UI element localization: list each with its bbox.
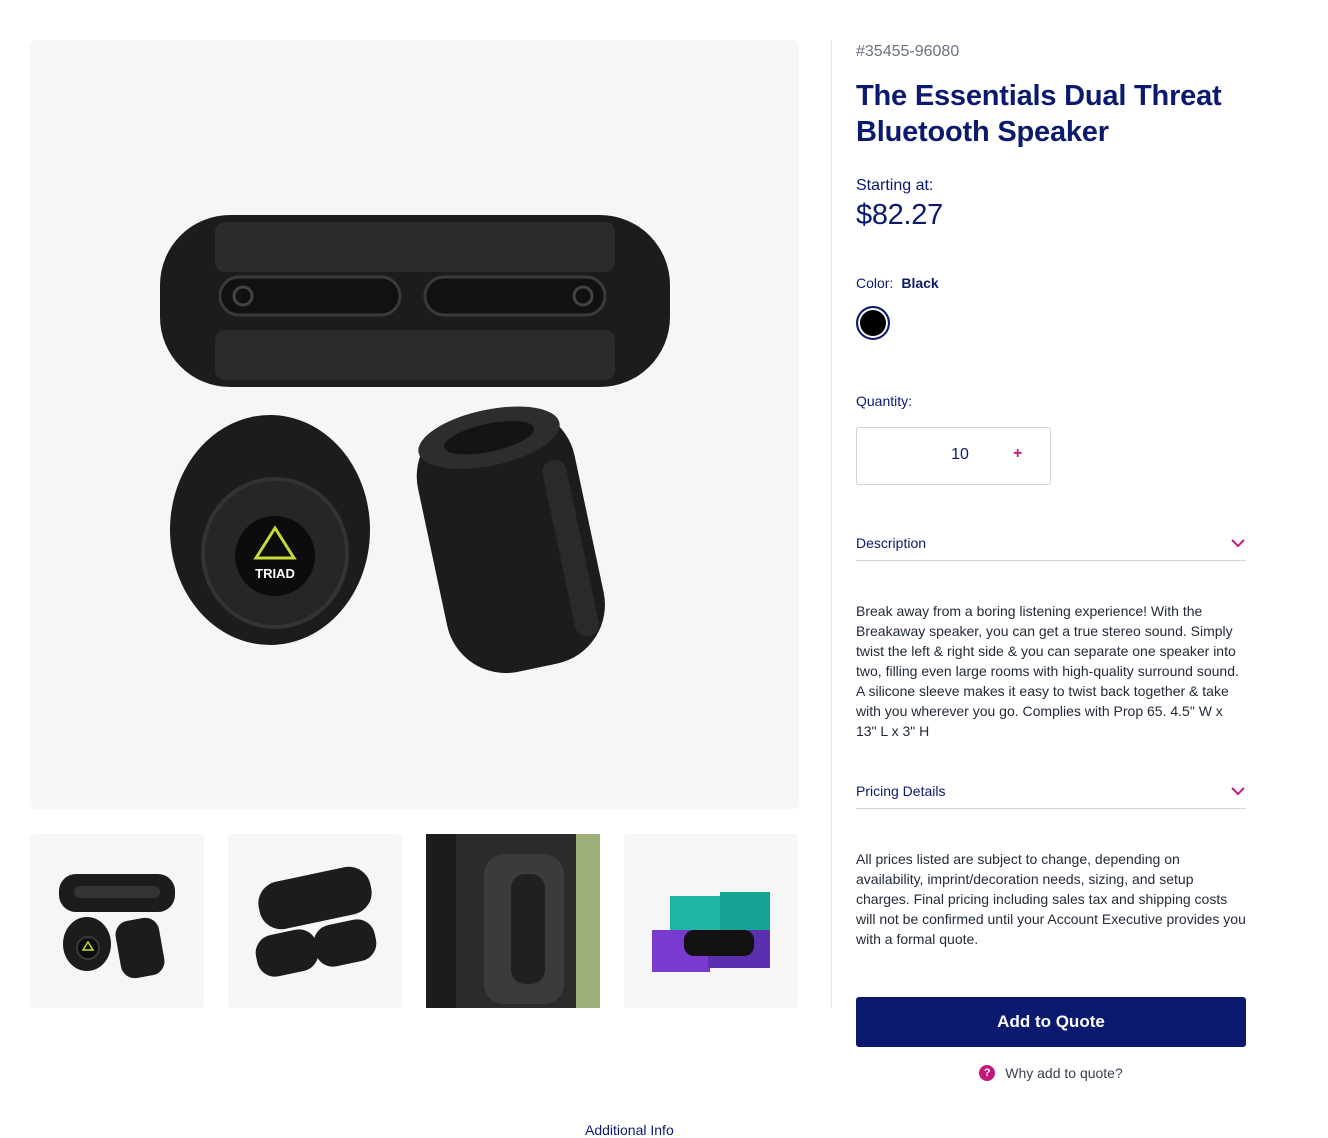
product-title: The Essentials Dual Threat Bluetooth Spe…	[856, 80, 1222, 148]
thumbnail-2[interactable]	[228, 834, 402, 1008]
color-swatch-black[interactable]	[856, 306, 890, 340]
speaker-thumbnail-2	[255, 866, 377, 977]
pricing-accordion: Pricing Details All prices listed are su…	[856, 774, 1246, 949]
quantity-label: Quantity:	[856, 393, 913, 409]
thumbnail-4[interactable]	[624, 834, 798, 1008]
why-add-to-quote-link[interactable]: ? Why add to quote?	[856, 1065, 1246, 1081]
color-value: Black	[901, 275, 939, 291]
pricing-body: All prices listed are subject to change,…	[856, 851, 1246, 947]
triad-logo-text: TRIAD	[255, 566, 295, 581]
thumbnail-strip	[30, 834, 799, 1008]
quantity-increment-button[interactable]: +	[1013, 445, 1022, 463]
question-icon: ?	[979, 1065, 996, 1081]
quantity-stepper: +	[856, 427, 1051, 485]
pricing-title: Pricing Details	[856, 783, 946, 799]
product-gallery: TRIAD	[30, 40, 799, 1008]
description-accordion: Description Break away from a boring lis…	[856, 526, 1246, 741]
quantity-input[interactable]	[927, 445, 993, 465]
description-title: Description	[856, 535, 927, 551]
speaker-image: TRIAD	[160, 215, 670, 674]
description-body: Break away from a boring listening exper…	[856, 603, 1239, 739]
pricing-accordion-toggle[interactable]: Pricing Details	[856, 774, 1246, 809]
price-label: Starting at:	[856, 177, 934, 194]
why-add-to-quote-text: Why add to quote?	[1005, 1065, 1123, 1081]
add-to-quote-button[interactable]: Add to Quote	[856, 997, 1246, 1047]
color-selector-label: Color: Black	[856, 275, 1246, 291]
description-accordion-toggle[interactable]: Description	[856, 526, 1246, 561]
main-product-image[interactable]: TRIAD	[30, 40, 799, 809]
speaker-lifestyle-thumbnail	[426, 834, 600, 1008]
additional-info-heading: Additional Info	[585, 1122, 674, 1138]
speaker-thumbnail-1	[59, 874, 175, 979]
column-divider	[831, 40, 832, 1008]
product-price: $82.27	[856, 199, 943, 231]
product-info: #35455-96080 The Essentials Dual Threat …	[856, 40, 1246, 1081]
product-sku: #35455-96080	[856, 43, 960, 60]
color-label: Color:	[856, 275, 894, 291]
speaker-packaging-thumbnail	[652, 892, 770, 972]
chevron-down-icon	[1231, 787, 1245, 796]
thumbnail-1[interactable]	[30, 834, 204, 1008]
thumbnail-3[interactable]	[426, 834, 600, 1008]
chevron-down-icon	[1231, 539, 1245, 548]
